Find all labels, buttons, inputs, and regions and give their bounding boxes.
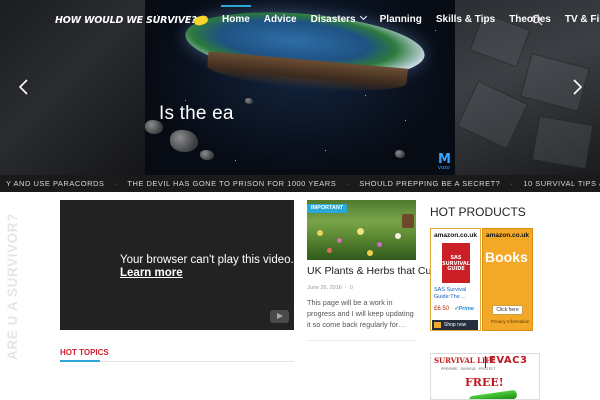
cart-icon (434, 322, 441, 328)
chevron-right-icon[interactable] (570, 78, 584, 96)
survival-life-ad[interactable]: SURVIVAL LIFE EVAC3 PREPARE · SURVIVE · … (430, 353, 540, 400)
ticker-item[interactable]: Y AND USE PARACORDS (6, 179, 104, 188)
click-here-button[interactable]: Click here (492, 305, 523, 315)
article-excerpt: This page will be a work in progress and… (307, 298, 414, 329)
youtube-icon[interactable] (270, 310, 289, 323)
evac-product-name: EVAC3 (489, 355, 528, 366)
hero-caption: Is the ea (159, 103, 234, 124)
flashlight-image (468, 389, 518, 399)
books-headline: Books (485, 249, 528, 265)
eye-icon: · (343, 285, 349, 291)
ticker-item[interactable]: THE DEVIL HAS GONE TO PRISON FOR 1000 YE… (127, 179, 336, 188)
amazon-product-ad[interactable]: amazon.co.uk SAS SURVIVAL GUIDE SAS Surv… (430, 228, 481, 331)
product-title[interactable]: SAS Survival Guide:The… (434, 287, 480, 301)
article-divider (307, 340, 417, 341)
amazon-books-ad[interactable]: amazon.co.uk Books Click here Privacy In… (482, 228, 533, 331)
logo-text: HOW WOULD WE SURVIVE? (55, 14, 197, 26)
free-headline: FREE! (465, 376, 504, 389)
survival-life-tagline: PREPARE · SURVIVE · PROTECT (441, 367, 496, 371)
product-price: £6.50 (434, 306, 450, 312)
hot-products-title: HOT PRODUCTS (430, 205, 526, 219)
chevron-down-icon (359, 12, 367, 20)
shop-now-button[interactable]: Shop now (432, 320, 478, 330)
ticker-item[interactable]: SHOULD PREPPING BE A SECRET? (359, 179, 500, 188)
survival-life-logo: SURVIVAL LIFE (434, 356, 496, 365)
article-views: 0 (349, 285, 353, 291)
article-title[interactable]: UK Plants & Herbs that Cure (307, 265, 441, 277)
search-icon[interactable] (531, 13, 543, 26)
article-date: June 26, 2016 (307, 285, 342, 291)
book-cover: SAS SURVIVAL GUIDE (442, 243, 470, 283)
nav-item-home[interactable]: Home (221, 4, 251, 25)
video-player[interactable]: Your browser can't play this video. Lear… (60, 200, 294, 330)
privacy-info-link[interactable]: Privacy Information (491, 319, 530, 324)
video-learn-more-link[interactable]: Learn more (120, 267, 294, 280)
hot-topics-tab[interactable]: HOT TOPICS (60, 348, 109, 357)
news-ticker: Y AND USE PARACORDS · THE DEVIL HAS GONE T… (0, 175, 600, 192)
main-nav: Home Advice Disasters Planning Skills & … (221, 4, 600, 29)
site-logo[interactable]: HOW WOULD WE SURVIVE? (55, 12, 209, 28)
side-vertical-text: ARE U A SURVIVOR? (5, 213, 20, 360)
nav-item-skills-tips[interactable]: Skills & Tips (436, 14, 495, 25)
ticker-item[interactable]: 10 SURVIVAL TIPS & TRICKS LEARNED FROM T… (523, 179, 600, 188)
article-meta: June 26, 2016 · 0 (307, 285, 353, 291)
channel-sub: vozo (438, 165, 450, 171)
article-badge: IMPORTANT (307, 204, 348, 213)
nav-item-theories[interactable]: Theories (509, 14, 551, 25)
nav-item-tv-film[interactable]: TV & Film (565, 14, 600, 25)
amazon-logo: amazon.co.uk (434, 232, 477, 239)
nav-item-planning[interactable]: Planning (380, 14, 422, 25)
nav-item-advice[interactable]: Advice (264, 14, 297, 25)
chevron-left-icon[interactable] (17, 78, 31, 96)
prime-badge: ✓Prime (454, 306, 474, 312)
nav-item-disasters-label: Disasters (310, 13, 356, 25)
nav-item-disasters[interactable]: Disasters (310, 12, 367, 25)
video-error-message: Your browser can't play this video. (120, 254, 294, 266)
amazon-logo: amazon.co.uk (486, 232, 529, 239)
hot-topics-underline (60, 360, 100, 362)
